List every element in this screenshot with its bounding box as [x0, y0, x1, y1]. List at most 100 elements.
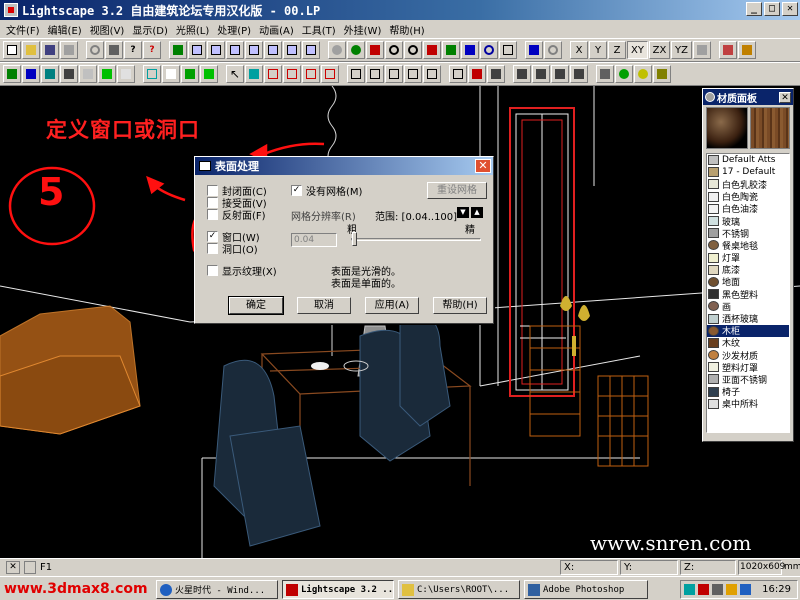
person-3-icon[interactable] [551, 65, 569, 83]
material-list-item[interactable]: 木纹 [707, 337, 789, 349]
task-browser[interactable]: 火星时代 - Wind... [156, 580, 278, 599]
task-explorer[interactable]: C:\Users\ROOT\... [398, 580, 520, 599]
dialog-close-button[interactable]: ✕ [475, 159, 491, 173]
display-mode-2-icon[interactable] [207, 41, 225, 59]
align-icon[interactable] [693, 41, 711, 59]
material-list-item[interactable]: 沙发材质 [707, 349, 789, 361]
look-icon[interactable] [461, 41, 479, 59]
tray-security-icon[interactable] [740, 584, 751, 595]
shade-2-icon[interactable] [22, 65, 40, 83]
edit-2-icon[interactable] [366, 65, 384, 83]
shade-1-icon[interactable] [3, 65, 21, 83]
menu-process[interactable]: 处理(P) [213, 22, 255, 37]
rotate-icon[interactable] [544, 41, 562, 59]
task-lightscape[interactable]: Lightscape 3.2 ... [282, 580, 394, 599]
select-4-icon[interactable] [283, 65, 301, 83]
menu-help[interactable]: 帮助(H) [385, 22, 428, 37]
globe-icon[interactable] [615, 65, 633, 83]
rotate-view-icon[interactable] [480, 41, 498, 59]
menu-animation[interactable]: 动画(A) [255, 22, 298, 37]
material-list-item[interactable]: 黑色塑料 [707, 288, 789, 300]
ok-button[interactable]: 确定 [228, 296, 284, 315]
tray-volume-icon[interactable] [712, 584, 723, 595]
plane-zx-button[interactable]: ZX [649, 41, 670, 59]
undo-icon[interactable] [86, 41, 104, 59]
select-6-icon[interactable] [321, 65, 339, 83]
plane-yz-button[interactable]: YZ [671, 41, 692, 59]
context-help-icon[interactable]: ? [143, 41, 161, 59]
select-tool-icon[interactable] [169, 41, 187, 59]
no-mesh-option[interactable]: ✓ 没有网格(M) [291, 183, 362, 198]
edit-4-icon[interactable] [404, 65, 422, 83]
mesh-resolution-input[interactable]: 0.04 [291, 233, 337, 247]
material-list-item[interactable]: 白色陶瓷 [707, 191, 789, 203]
apply-button[interactable]: 应用(A) [365, 297, 419, 314]
opening-checkbox[interactable] [207, 243, 218, 254]
display-mode-4-icon[interactable] [245, 41, 263, 59]
transform-3-icon[interactable] [487, 65, 505, 83]
menu-edit[interactable]: 编辑(E) [44, 22, 86, 37]
print-icon[interactable] [105, 41, 123, 59]
render-3-icon[interactable] [181, 65, 199, 83]
menu-file[interactable]: 文件(F) [2, 22, 44, 37]
edit-1-icon[interactable] [347, 65, 365, 83]
shade-7-icon[interactable] [117, 65, 135, 83]
tray-ime-icon[interactable] [726, 584, 737, 595]
spin-up-icon[interactable]: ▲ [471, 207, 483, 218]
shade-6-icon[interactable] [98, 65, 116, 83]
help-icon[interactable]: ? [124, 41, 142, 59]
orbit-icon[interactable] [366, 41, 384, 59]
material-list-item[interactable]: 地面 [707, 276, 789, 288]
grid-icon[interactable] [60, 41, 78, 59]
axis-y-button[interactable]: Y [589, 41, 607, 59]
close-button[interactable]: ✕ [782, 2, 798, 16]
select-3-icon[interactable] [264, 65, 282, 83]
tray-app-icon[interactable] [698, 584, 709, 595]
person-2-icon[interactable] [532, 65, 550, 83]
material-list-item[interactable]: Default Atts [707, 154, 789, 166]
mesh-resolution-slider-track[interactable] [351, 238, 481, 241]
command-window-icon[interactable] [24, 561, 36, 574]
menu-light[interactable]: 光照(L) [172, 22, 213, 37]
material-list-item[interactable]: 灯罩 [707, 252, 789, 264]
shade-5-icon[interactable] [79, 65, 97, 83]
shade-4-icon[interactable] [60, 65, 78, 83]
display-mode-3-icon[interactable] [226, 41, 244, 59]
material-list-item[interactable]: 餐桌地毯 [707, 239, 789, 252]
walk-icon[interactable] [442, 41, 460, 59]
material-list-item[interactable]: 不锈钢 [707, 227, 789, 239]
transform-1-icon[interactable] [449, 65, 467, 83]
axis-z-button[interactable]: Z [608, 41, 626, 59]
task-photoshop[interactable]: Adobe Photoshop [524, 580, 648, 599]
show-texture-checkbox[interactable] [207, 265, 218, 276]
axis-x-button[interactable]: X [570, 41, 588, 59]
opening-option[interactable]: 洞口(O) [207, 241, 258, 256]
person-1-icon[interactable] [513, 65, 531, 83]
display-mode-5-icon[interactable] [264, 41, 282, 59]
material-list-item[interactable]: 玻璃 [707, 215, 789, 227]
zoom-window-icon[interactable] [385, 41, 403, 59]
menu-tools[interactable]: 工具(T) [298, 22, 340, 37]
transform-2-icon[interactable] [468, 65, 486, 83]
reflect-surface-option[interactable]: 反射面(F) [207, 207, 266, 222]
display-mode-7-icon[interactable] [302, 41, 320, 59]
material-list-item[interactable]: 白色油漆 [707, 203, 789, 215]
radiosity-icon[interactable] [634, 65, 652, 83]
material-list-item[interactable]: 画 [707, 300, 789, 312]
material-list-item[interactable]: 塑料灯罩 [707, 361, 789, 373]
reset-mesh-button[interactable]: 重设网格 [427, 182, 487, 199]
plane-xy-button[interactable]: XY [627, 41, 648, 59]
material-list-item[interactable]: 桌中所料 [707, 398, 789, 410]
material-list-item[interactable]: 白色乳胶漆 [707, 178, 789, 191]
close-command-icon[interactable]: ✕ [6, 561, 20, 574]
display-mode-1-icon[interactable] [188, 41, 206, 59]
material-list-item[interactable]: 17 - Default [707, 166, 789, 178]
material-list-item[interactable]: 底漆 [707, 264, 789, 276]
pointer-icon[interactable]: ↖ [226, 65, 244, 83]
new-file-icon[interactable] [3, 41, 21, 59]
menu-view[interactable]: 视图(V) [86, 22, 129, 37]
shade-3-icon[interactable] [41, 65, 59, 83]
minimize-button[interactable]: _ [746, 2, 762, 16]
open-folder-icon[interactable] [22, 41, 40, 59]
maximize-button[interactable]: □ [764, 2, 780, 16]
